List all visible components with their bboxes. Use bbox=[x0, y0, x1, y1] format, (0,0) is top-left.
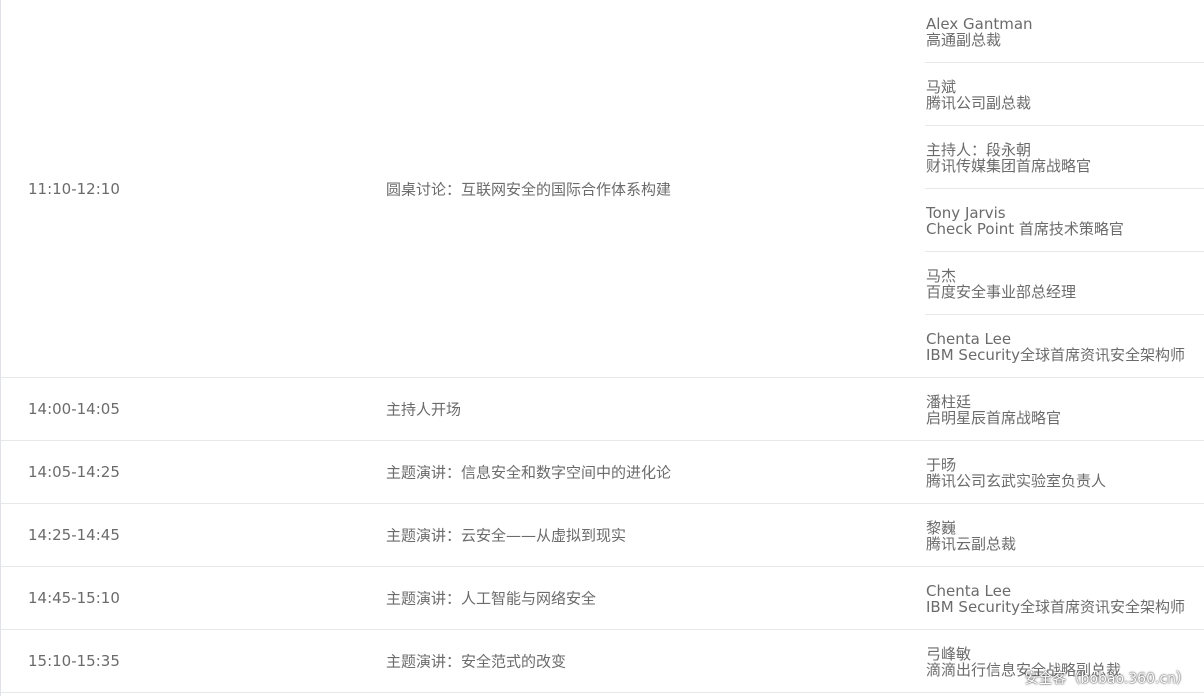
speaker-name: Tony Jarvis bbox=[926, 204, 1006, 222]
speaker-list: Chenta Lee IBM Security全球首席资讯安全架构师 bbox=[925, 567, 1204, 629]
session-topic: 主持人开场 bbox=[386, 400, 462, 419]
session-topic: 圆桌讨论：互联网安全的国际合作体系构建 bbox=[386, 180, 672, 198]
speaker-item: 马杰 百度安全事业部总经理 bbox=[925, 252, 1204, 315]
speaker-name: 潘柱廷 bbox=[926, 393, 972, 411]
speaker-item: Chenta Lee IBM Security全球首席资讯安全架构师 bbox=[925, 567, 1204, 630]
schedule-table: 11:10-12:10 圆桌讨论：互联网安全的国际合作体系构建 Alex Gantm… bbox=[0, 0, 1204, 696]
speaker-name: 马杰 bbox=[926, 267, 957, 285]
speaker-name: 主持人：段永朝 bbox=[926, 141, 1032, 159]
session-time: 14:05-14:25 bbox=[28, 463, 120, 481]
schedule-row: 14:25-14:45 主题演讲：云安全——从虚拟到现实 黎巍 腾讯云副总裁 bbox=[1, 504, 1204, 567]
speaker-title: Check Point 首席技术策略官 bbox=[926, 220, 1124, 238]
speaker-title: 高通副总裁 bbox=[926, 31, 1002, 49]
speaker-list: 于旸 腾讯公司玄武实验室负责人 bbox=[925, 441, 1204, 503]
schedule-row: 11:10-12:10 圆桌讨论：互联网安全的国际合作体系构建 Alex Gantm… bbox=[1, 0, 1204, 378]
speaker-title: 百度安全事业部总经理 bbox=[926, 283, 1077, 301]
speaker-item: Chenta Lee IBM Security全球首席资讯安全架构师 bbox=[925, 315, 1204, 378]
speaker-name: Alex Gantman bbox=[926, 15, 1033, 33]
schedule-row: 14:05-14:25 主题演讲：信息安全和数字空间中的进化论 于旸 腾讯公司玄武实验… bbox=[1, 441, 1204, 504]
session-topic: 主题演讲：信息安全和数字空间中的进化论 bbox=[386, 463, 672, 482]
speaker-title: 财讯传媒集团首席战略官 bbox=[926, 157, 1092, 175]
speaker-list: 黎巍 腾讯云副总裁 bbox=[925, 504, 1204, 566]
speaker-name: 弓峰敏 bbox=[926, 645, 972, 663]
speaker-item: Alex Gantman 高通副总裁 bbox=[925, 0, 1204, 63]
session-time: 11:10-12:10 bbox=[28, 179, 120, 198]
session-time: 14:00-14:05 bbox=[28, 400, 120, 418]
speaker-list: 潘柱廷 启明星辰首席战略官 bbox=[925, 378, 1204, 440]
speaker-item: 黎巍 腾讯云副总裁 bbox=[925, 504, 1204, 567]
speaker-list: Alex Gantman 高通副总裁 马斌 腾讯公司副总裁 主持人：段永朝 财讯传媒集团首… bbox=[925, 0, 1204, 377]
speaker-title: 腾讯公司玄武实验室负责人 bbox=[926, 472, 1107, 490]
speaker-item: Tony Jarvis Check Point 首席技术策略官 bbox=[925, 189, 1204, 252]
schedule-row: 14:00-14:05 主持人开场 潘柱廷 启明星辰首席战略官 bbox=[1, 378, 1204, 441]
session-topic: 主题演讲：云安全——从虚拟到现实 bbox=[386, 526, 627, 545]
speaker-name: Chenta Lee bbox=[926, 582, 1012, 600]
speaker-item: 主持人：段永朝 财讯传媒集团首席战略官 bbox=[925, 126, 1204, 189]
speaker-item: 马斌 腾讯公司副总裁 bbox=[925, 63, 1204, 126]
session-time: 14:45-15:10 bbox=[28, 589, 120, 607]
session-topic: 主题演讲：人工智能与网络安全 bbox=[386, 589, 597, 608]
schedule-row: 15:10-15:35 主题演讲：安全范式的改变 弓峰敏 滴滴出行信息安全战略副总裁 bbox=[1, 630, 1204, 693]
speaker-name: Chenta Lee bbox=[926, 330, 1012, 348]
watermark-text: 安全客（bobao.360.cn） bbox=[1024, 671, 1190, 687]
speaker-name: 于旸 bbox=[926, 456, 957, 474]
speaker-item: 于旸 腾讯公司玄武实验室负责人 bbox=[925, 441, 1204, 504]
speaker-item: 潘柱廷 启明星辰首席战略官 bbox=[925, 378, 1204, 441]
session-topic: 主题演讲：安全范式的改变 bbox=[386, 652, 567, 671]
speaker-title: 腾讯云副总裁 bbox=[926, 535, 1017, 553]
speaker-title: 腾讯公司副总裁 bbox=[926, 94, 1032, 112]
session-time: 15:10-15:35 bbox=[28, 652, 120, 670]
speaker-title: IBM Security全球首席资讯安全架构师 bbox=[926, 346, 1186, 364]
speaker-name: 马斌 bbox=[926, 78, 957, 96]
session-time: 14:25-14:45 bbox=[28, 526, 120, 544]
schedule-row: 14:45-15:10 主题演讲：人工智能与网络安全 Chenta Lee IBM S… bbox=[1, 567, 1204, 630]
speaker-title: 启明星辰首席战略官 bbox=[926, 409, 1062, 427]
speaker-name: 黎巍 bbox=[926, 519, 957, 537]
speaker-title: IBM Security全球首席资讯安全架构师 bbox=[926, 598, 1186, 616]
